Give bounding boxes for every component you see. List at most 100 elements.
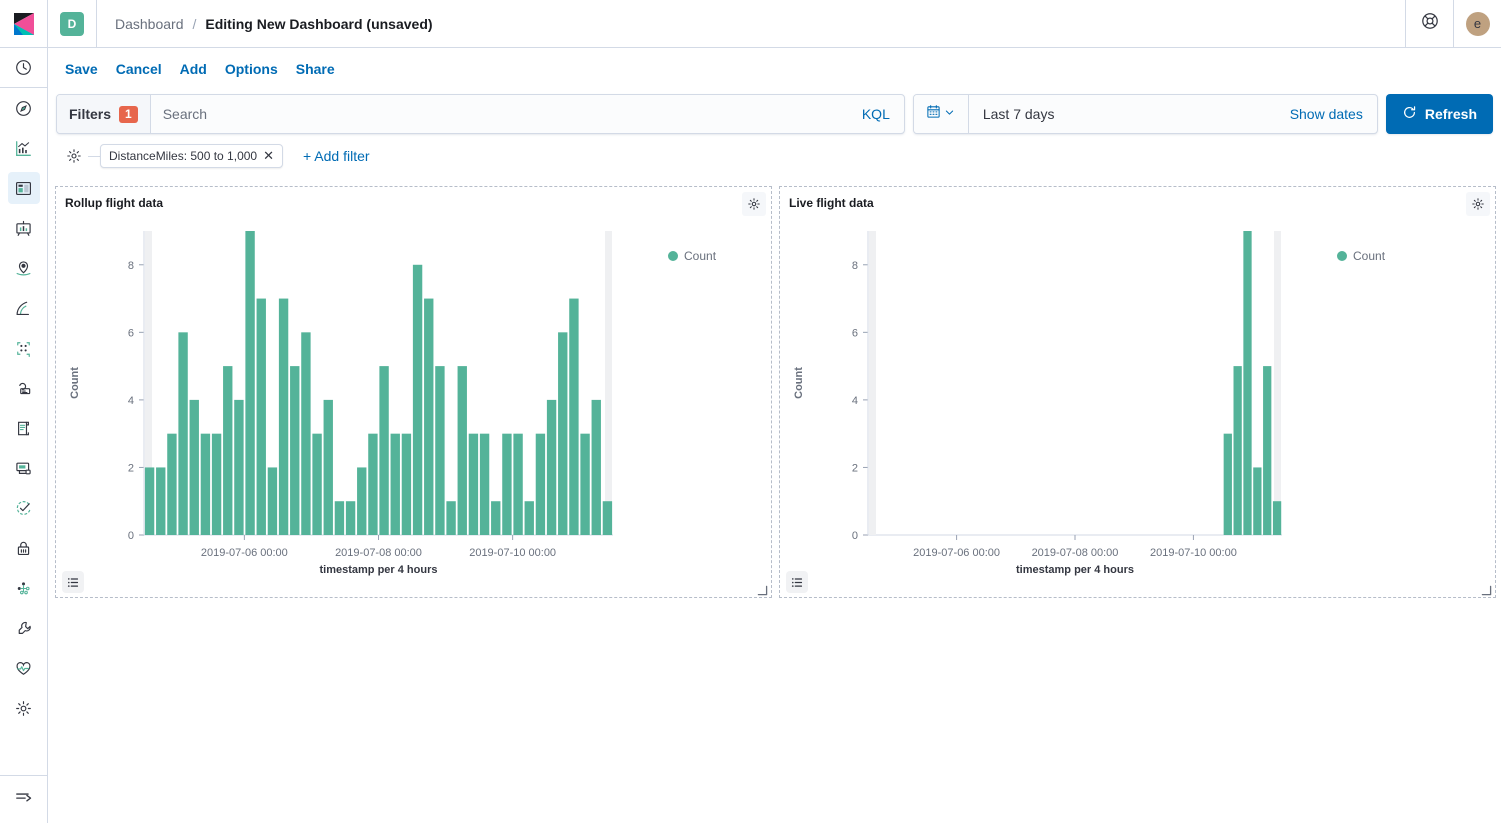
panel-live-flight-data[interactable]: Live flight data Count024682019-07-06 00…: [779, 186, 1496, 598]
sidebar-item-stack-management[interactable]: [0, 688, 48, 728]
bar[interactable]: [234, 400, 243, 535]
bar[interactable]: [525, 501, 534, 535]
bar[interactable]: [558, 332, 567, 535]
sidebar-item-monitoring[interactable]: [0, 648, 48, 688]
help-button[interactable]: [1405, 0, 1453, 48]
bar[interactable]: [290, 366, 299, 535]
chart-legend[interactable]: Count: [1337, 249, 1385, 263]
resize-handle-icon[interactable]: [756, 583, 768, 595]
panel-rollup-flight-data[interactable]: Rollup flight data Count024682019-07-06 …: [55, 186, 772, 598]
filter-settings-gear-icon[interactable]: [60, 144, 88, 168]
bar[interactable]: [1234, 366, 1242, 535]
bar[interactable]: [547, 400, 556, 535]
bar[interactable]: [324, 400, 333, 535]
bar[interactable]: [569, 299, 578, 535]
bar[interactable]: [245, 231, 254, 535]
bar[interactable]: [178, 332, 187, 535]
apm-monitor-icon: [8, 452, 40, 484]
search-input[interactable]: [151, 95, 848, 133]
bar[interactable]: [368, 434, 377, 535]
chart-legend[interactable]: Count: [668, 249, 716, 263]
date-range-text[interactable]: Last 7 days: [969, 106, 1290, 122]
add-button[interactable]: Add: [171, 61, 216, 77]
bar[interactable]: [279, 299, 288, 535]
bar[interactable]: [536, 434, 545, 535]
sidebar-item-management-wrench[interactable]: [0, 608, 48, 648]
elastic-logo[interactable]: [0, 0, 48, 48]
bar[interactable]: [312, 434, 321, 535]
bar[interactable]: [268, 467, 277, 535]
bar[interactable]: [491, 501, 500, 535]
calendar-icon: [926, 104, 941, 124]
sidebar-item-recently-viewed[interactable]: [0, 48, 48, 88]
sidebar-item-apm[interactable]: [0, 448, 48, 488]
user-menu-button[interactable]: e: [1453, 0, 1501, 48]
bar[interactable]: [402, 434, 411, 535]
bar[interactable]: [212, 434, 221, 535]
sidebar-item-uptime[interactable]: [0, 488, 48, 528]
bar[interactable]: [223, 366, 232, 535]
bar[interactable]: [257, 299, 266, 535]
bar[interactable]: [502, 434, 511, 535]
show-dates-button[interactable]: Show dates: [1290, 106, 1377, 122]
bar[interactable]: [603, 501, 612, 535]
legend-list-icon[interactable]: [786, 571, 808, 593]
bar[interactable]: [391, 434, 400, 535]
options-button[interactable]: Options: [216, 61, 287, 77]
bar[interactable]: [435, 366, 444, 535]
sidebar-item-canvas[interactable]: [0, 208, 48, 248]
bar[interactable]: [446, 501, 455, 535]
sidebar-item-logs[interactable]: [0, 408, 48, 448]
bar[interactable]: [480, 434, 489, 535]
app-badge[interactable]: D: [60, 12, 84, 36]
date-quick-menu-button[interactable]: [914, 95, 969, 133]
bar[interactable]: [1224, 434, 1232, 535]
bar[interactable]: [1243, 231, 1251, 535]
resize-handle-icon[interactable]: [1480, 583, 1492, 595]
sidebar-item-discover[interactable]: [0, 88, 48, 128]
share-button[interactable]: Share: [287, 61, 344, 77]
bar[interactable]: [1273, 501, 1281, 535]
kql-button[interactable]: KQL: [848, 95, 904, 133]
bar[interactable]: [580, 434, 589, 535]
bar[interactable]: [1263, 366, 1271, 535]
bar[interactable]: [424, 299, 433, 535]
breadcrumb-dashboard[interactable]: Dashboard: [115, 16, 184, 32]
bar[interactable]: [357, 467, 366, 535]
bar[interactable]: [346, 501, 355, 535]
legend-list-icon[interactable]: [62, 571, 84, 593]
sidebar-item-machine-learning[interactable]: [0, 288, 48, 328]
bar[interactable]: [458, 366, 467, 535]
sidebar-item-dashboard[interactable]: [0, 168, 48, 208]
add-filter-button[interactable]: + Add filter: [303, 148, 370, 164]
bar[interactable]: [592, 400, 601, 535]
bar[interactable]: [301, 332, 310, 535]
sidebar-item-siem[interactable]: [0, 528, 48, 568]
sidebar-item-infrastructure[interactable]: [0, 368, 48, 408]
left-nav-rail: [0, 0, 48, 823]
filters-button[interactable]: Filters 1: [57, 95, 151, 133]
sidebar-item-dev-tools[interactable]: [0, 568, 48, 608]
x-axis-tick-label: 2019-07-10 00:00: [1150, 547, 1237, 559]
sidebar-item-maps[interactable]: [0, 248, 48, 288]
bar[interactable]: [145, 467, 154, 535]
bar[interactable]: [379, 366, 388, 535]
cancel-button[interactable]: Cancel: [107, 61, 171, 77]
sidebar-item-graph[interactable]: [0, 328, 48, 368]
bar[interactable]: [190, 400, 199, 535]
bar[interactable]: [156, 467, 165, 535]
close-icon[interactable]: ✕: [263, 148, 274, 164]
bar[interactable]: [1253, 467, 1261, 535]
refresh-button[interactable]: Refresh: [1386, 94, 1493, 134]
bar[interactable]: [413, 265, 422, 535]
bar[interactable]: [513, 434, 522, 535]
bar[interactable]: [167, 434, 176, 535]
filter-pill-distancemiles[interactable]: DistanceMiles: 500 to 1,000 ✕: [100, 144, 283, 168]
bar[interactable]: [335, 501, 344, 535]
sidebar-item-visualize[interactable]: [0, 128, 48, 168]
bar[interactable]: [469, 434, 478, 535]
bar[interactable]: [201, 434, 210, 535]
collapse-nav-button[interactable]: [0, 775, 48, 823]
search-group: Filters 1 KQL: [56, 94, 905, 134]
save-button[interactable]: Save: [56, 61, 107, 77]
